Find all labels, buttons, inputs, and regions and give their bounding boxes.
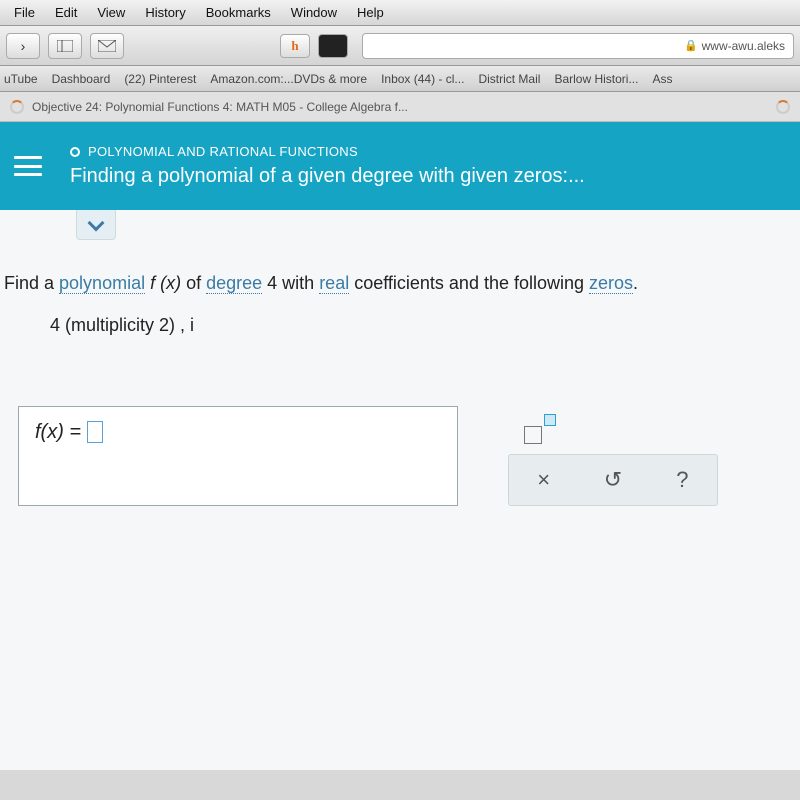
tool-row-exponent: [508, 406, 718, 454]
bookmarks-bar: uTube Dashboard (22) Pinterest Amazon.co…: [0, 66, 800, 92]
bookmark-item[interactable]: District Mail: [478, 72, 540, 86]
bookmark-item[interactable]: Ass: [652, 72, 672, 86]
q-text: 4 with: [262, 273, 319, 293]
tool-row-actions: × ↺ ?: [508, 454, 718, 506]
exponent-button[interactable]: [522, 414, 558, 446]
menu-history[interactable]: History: [135, 5, 195, 20]
bookmark-item[interactable]: uTube: [4, 72, 38, 86]
answer-slot[interactable]: [87, 421, 103, 443]
menu-bookmarks[interactable]: Bookmarks: [196, 5, 281, 20]
menu-window[interactable]: Window: [281, 5, 347, 20]
bookmark-item[interactable]: Dashboard: [52, 72, 111, 86]
menu-help[interactable]: Help: [347, 5, 394, 20]
q-text: Find a: [4, 273, 59, 293]
page-title: Finding a polynomial of a given degree w…: [70, 165, 786, 188]
given-zeros: 4 (multiplicity 2) , i: [0, 297, 800, 336]
mail-button[interactable]: [90, 33, 124, 59]
polynomial-link[interactable]: polynomial: [59, 273, 145, 294]
degree-link[interactable]: degree: [206, 273, 262, 294]
menu-file[interactable]: File: [4, 5, 45, 20]
zeros-link[interactable]: zeros: [589, 273, 633, 294]
browser-tabbar: Objective 24: Polynomial Functions 4: MA…: [0, 92, 800, 122]
q-text: .: [633, 273, 638, 293]
chevron-down-icon: [88, 214, 105, 231]
bookmark-item[interactable]: (22) Pinterest: [124, 72, 196, 86]
url-field[interactable]: 🔒 www-awu.aleks: [362, 33, 794, 59]
q-text: of: [181, 273, 206, 293]
menu-edit[interactable]: Edit: [45, 5, 87, 20]
bookmark-item[interactable]: Amazon.com:...DVDs & more: [210, 72, 367, 86]
breadcrumb-text: POLYNOMIAL AND RATIONAL FUNCTIONS: [88, 144, 358, 159]
bookmark-item[interactable]: Barlow Histori...: [554, 72, 638, 86]
browser-toolbar: › h 🔒 www-awu.aleks: [0, 26, 800, 66]
exponent-sup-icon: [544, 414, 556, 426]
help-button[interactable]: ?: [667, 467, 697, 493]
extension-button[interactable]: [318, 34, 348, 58]
given-text: 4 (multiplicity 2) , i: [50, 315, 194, 335]
url-text: www-awu.aleks: [702, 39, 785, 53]
loading-spinner-icon: [776, 100, 790, 114]
content-area: Find a polynomial f (x) of degree 4 with…: [0, 210, 800, 770]
reset-button[interactable]: ↺: [598, 467, 628, 493]
answer-lhs: f(x) =: [35, 421, 81, 444]
back-forward-button[interactable]: ›: [6, 33, 40, 59]
lock-icon: 🔒: [684, 39, 698, 52]
os-menubar: File Edit View History Bookmarks Window …: [0, 0, 800, 26]
sidebar-icon: [57, 40, 73, 52]
clear-button[interactable]: ×: [529, 467, 559, 493]
q-fx: f (x): [145, 273, 181, 293]
hamburger-menu-icon[interactable]: [14, 156, 42, 176]
circle-icon: [70, 147, 80, 157]
exponent-base-icon: [524, 426, 542, 444]
mail-icon: [98, 40, 116, 52]
loading-spinner-icon: [10, 100, 24, 114]
answer-input-box[interactable]: f(x) =: [18, 406, 458, 506]
bookmark-item[interactable]: Inbox (44) - cl...: [381, 72, 464, 86]
question-text: Find a polynomial f (x) of degree 4 with…: [0, 210, 800, 297]
tab-title[interactable]: Objective 24: Polynomial Functions 4: MA…: [32, 100, 408, 114]
tool-panel: × ↺ ?: [508, 406, 718, 506]
sidebar-button[interactable]: [48, 33, 82, 59]
honey-button[interactable]: h: [280, 34, 310, 58]
expand-toggle[interactable]: [76, 210, 116, 240]
topic-banner: POLYNOMIAL AND RATIONAL FUNCTIONS Findin…: [0, 122, 800, 210]
answer-area: f(x) = × ↺ ?: [0, 336, 800, 506]
real-link[interactable]: real: [319, 273, 349, 294]
q-text: coefficients and the following: [349, 273, 589, 293]
breadcrumb: POLYNOMIAL AND RATIONAL FUNCTIONS: [70, 144, 786, 159]
menu-view[interactable]: View: [87, 5, 135, 20]
